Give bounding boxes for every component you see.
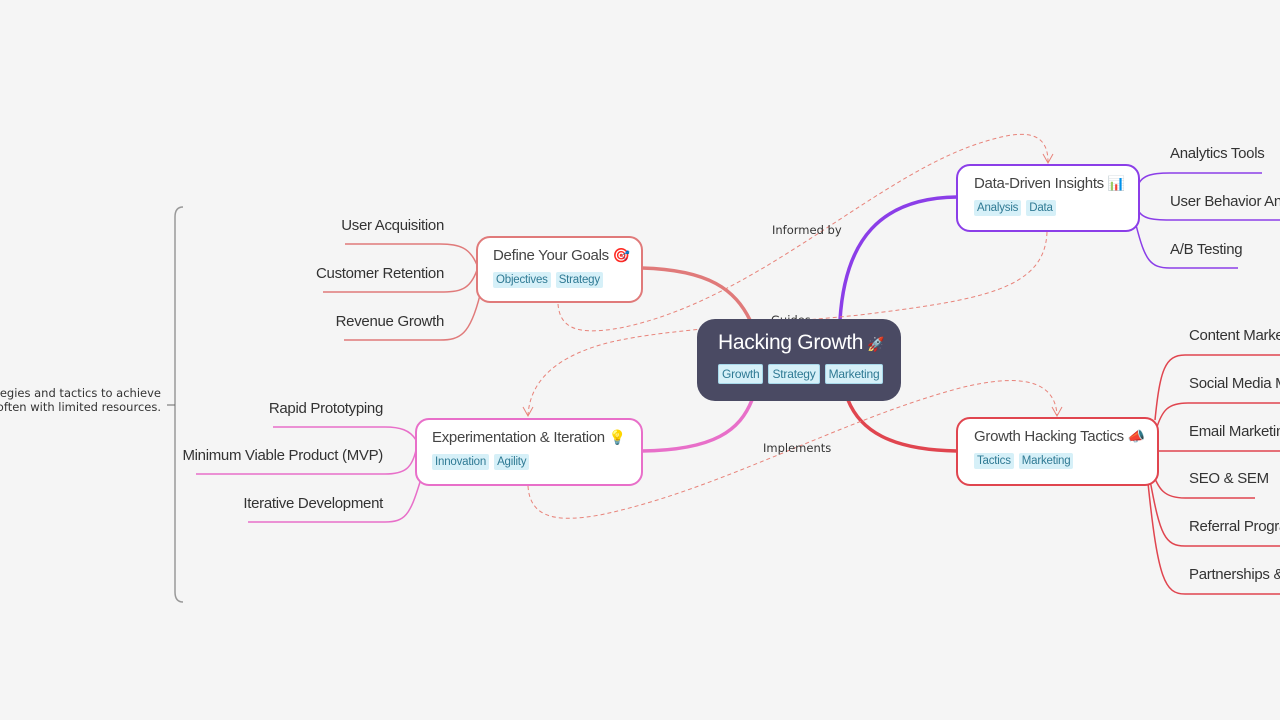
topic-title: Data-Driven Insights <box>974 175 1104 192</box>
topic-data-driven-insights[interactable]: Data-Driven Insights 📊 Analysis Data <box>956 164 1140 232</box>
tag-marketing[interactable]: Marketing <box>824 364 884 384</box>
branch-connector-goals <box>641 266 752 321</box>
tag-growth[interactable]: Growth <box>718 364 764 384</box>
branch-connector-tactics <box>846 399 958 453</box>
summary-note-line: strategies and tactics to achieve <box>0 386 161 400</box>
root-title: Hacking Growth 🚀 <box>718 331 901 355</box>
topic-growth-hacking-tactics[interactable]: Growth Hacking Tactics 📣 Tactics Marketin… <box>956 417 1159 486</box>
tag-data[interactable]: Data <box>1026 200 1056 216</box>
rocket-icon: 🚀 <box>867 336 885 352</box>
topic-define-your-goals[interactable]: Define Your Goals 🎯 Objectives Strategy <box>476 236 643 303</box>
leaf-connector <box>273 426 417 441</box>
subtopic-user-behavior-analysis[interactable]: User Behavior Ana <box>1170 193 1280 210</box>
relation-label-informed-by[interactable]: Informed by <box>772 223 842 237</box>
tag-objectives[interactable]: Objectives <box>493 272 551 288</box>
subtopic-ab-testing[interactable]: A/B Testing <box>1170 241 1243 258</box>
tag-strategy[interactable]: Strategy <box>555 272 603 288</box>
subtopic-analytics-tools[interactable]: Analytics Tools <box>1170 145 1265 162</box>
subtopic-social-media-marketing[interactable]: Social Media Ma <box>1189 375 1280 392</box>
megaphone-icon: 📣 <box>1127 428 1145 444</box>
root-topic[interactable]: Hacking Growth 🚀 Growth Strategy Marketin… <box>697 319 901 401</box>
mindmap-canvas <box>167 133 1280 603</box>
tag-marketing[interactable]: Marketing <box>1018 453 1074 469</box>
subtopic-referral-programs[interactable]: Referral Progra <box>1189 518 1280 535</box>
summary-bracket <box>174 206 184 603</box>
branch-connector-data <box>838 195 958 321</box>
subtopic-iterative-development[interactable]: Iterative Development <box>243 495 383 512</box>
leaf-connector <box>345 243 478 266</box>
subtopic-partnerships[interactable]: Partnerships & <box>1189 566 1280 583</box>
root-title-text: Hacking Growth <box>718 331 864 354</box>
leaf-connector <box>1137 172 1262 186</box>
relation-label-implements[interactable]: Implements <box>763 441 831 455</box>
subtopic-email-marketing[interactable]: Email Marketing <box>1189 423 1280 440</box>
subtopic-user-acquisition[interactable]: User Acquisition <box>341 217 444 234</box>
tag-innovation[interactable]: Innovation <box>432 454 490 470</box>
lightbulb-icon: 💡 <box>608 429 626 445</box>
topic-title: Growth Hacking Tactics <box>974 428 1124 445</box>
tag-agility[interactable]: Agility <box>494 454 530 470</box>
subtopic-mvp[interactable]: Minimum Viable Product (MVP) <box>182 447 383 464</box>
subtopic-content-marketing[interactable]: Content Market <box>1189 327 1280 344</box>
tag-tactics[interactable]: Tactics <box>974 453 1014 469</box>
summary-note: strategies and tactics to achieve th, of… <box>0 386 161 414</box>
topic-experimentation-iteration[interactable]: Experimentation & Iteration 💡 Innovation … <box>415 418 643 486</box>
tag-strategy[interactable]: Strategy <box>768 364 820 384</box>
target-icon: 🎯 <box>612 247 630 263</box>
subtopic-customer-retention[interactable]: Customer Retention <box>316 265 444 282</box>
leaf-connector <box>1149 479 1280 547</box>
topic-title: Define Your Goals <box>493 247 609 264</box>
topic-title: Experimentation & Iteration <box>432 429 605 446</box>
subtopic-rapid-prototyping[interactable]: Rapid Prototyping <box>269 400 383 417</box>
leaf-connector <box>1137 209 1280 221</box>
branch-connector-experiment <box>641 399 754 453</box>
summary-note-line: th, often with limited resources. <box>0 400 161 414</box>
bar-chart-icon: 📊 <box>1107 175 1126 191</box>
tag-analysis[interactable]: Analysis <box>974 200 1022 216</box>
subtopic-revenue-growth[interactable]: Revenue Growth <box>336 313 445 330</box>
subtopic-seo-sem[interactable]: SEO & SEM <box>1189 470 1269 487</box>
